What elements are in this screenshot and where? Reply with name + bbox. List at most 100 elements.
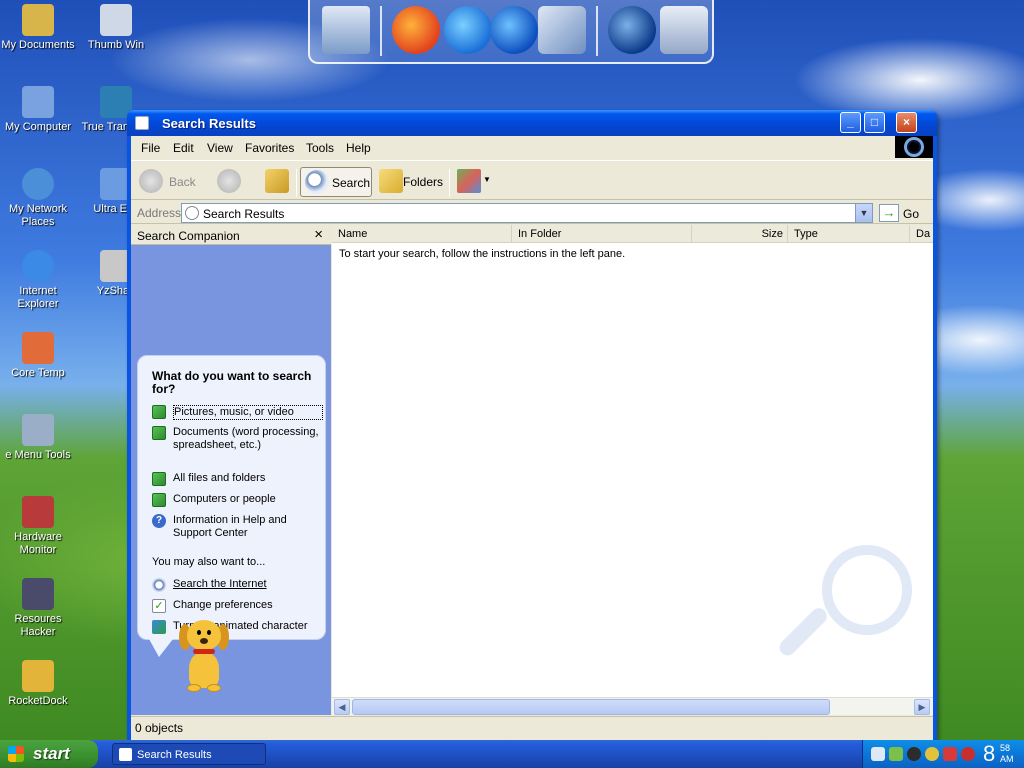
recycle-bin-icon[interactable] (660, 6, 708, 54)
search-companion-close-button[interactable]: × (314, 226, 323, 243)
option-label: Information in Help and Support Center (173, 514, 287, 539)
hardware-icon (22, 496, 54, 528)
option-change-preferences[interactable]: ✓ Change preferences (152, 599, 322, 613)
desktop-icon-my-documents[interactable]: My Documents (0, 4, 76, 52)
clock-hour[interactable]: 8 (983, 741, 995, 767)
up-folder-button[interactable] (265, 167, 291, 197)
smiley-tray-icon[interactable] (925, 747, 939, 761)
column-type[interactable]: Type (788, 225, 910, 243)
option-computers-people[interactable]: Computers or people (152, 493, 322, 507)
forward-button[interactable] (215, 167, 261, 197)
column-name[interactable]: Name (332, 225, 512, 243)
firefox-icon[interactable] (392, 6, 440, 54)
green-arrow-icon (152, 472, 166, 486)
thumbnail-icon (100, 4, 132, 36)
desktop-icon-internet-explorer[interactable]: Internet Explorer (0, 250, 76, 311)
address-value: Search Results (203, 207, 285, 221)
dog-body (189, 652, 219, 688)
grid-tray-icon[interactable] (943, 747, 957, 761)
menu-help[interactable]: Help (346, 141, 371, 155)
clock-minutes[interactable]: 58 (1000, 743, 1010, 753)
dock (308, 0, 714, 64)
option-all-files-folders[interactable]: All files and folders (152, 472, 322, 486)
search-dog-character[interactable] (175, 620, 235, 696)
scroll-right-button[interactable]: ▶ (914, 699, 930, 715)
search-window-icon[interactable] (135, 116, 149, 130)
thermometer-icon (22, 332, 54, 364)
desktop-icon-resources-hacker[interactable]: Resoures Hacker (0, 578, 76, 639)
help-icon: ? (152, 514, 166, 528)
dog-collar (193, 649, 215, 654)
option-search-internet[interactable]: Search the Internet (152, 578, 322, 592)
close-tray-icon[interactable] (961, 747, 975, 761)
start-button[interactable]: start (0, 740, 98, 768)
title-bar[interactable]: Search Results _ □ × (127, 110, 937, 136)
go-button[interactable]: Go (903, 207, 919, 221)
menu-tools[interactable]: Tools (306, 141, 334, 155)
option-pictures-music-video[interactable]: Pictures, music, or video (152, 405, 323, 420)
clock-ampm[interactable]: AM (1000, 754, 1014, 764)
search-button[interactable]: Search (300, 167, 372, 197)
menu-file[interactable]: File (141, 141, 160, 155)
taskbar-button-search-results[interactable]: Search Results (112, 743, 266, 765)
close-button[interactable]: × (896, 112, 917, 133)
back-button[interactable]: Back (137, 167, 207, 197)
menu-edit[interactable]: Edit (173, 141, 194, 155)
status-text: 0 objects (135, 721, 184, 735)
desktop-icon-rocketdock[interactable]: RocketDock (0, 660, 76, 708)
internet-explorer-icon[interactable] (444, 6, 492, 54)
desktop-icon-label: Hardware Monitor (14, 531, 62, 556)
scroll-thumb[interactable] (352, 699, 830, 715)
network-icon[interactable] (538, 6, 586, 54)
desktop-icon-thumb-win[interactable]: Thumb Win (78, 4, 154, 52)
address-dropdown-button[interactable]: ▼ (855, 204, 872, 222)
transparency-tray-icon[interactable] (871, 747, 885, 761)
computer-icon (22, 86, 54, 118)
bubble-tail (149, 639, 173, 657)
views-button[interactable]: ▼ (455, 167, 491, 197)
desktop-icon-label: My Computer (4, 121, 72, 133)
maximize-button[interactable]: □ (864, 112, 885, 133)
tools-tray-icon[interactable] (889, 747, 903, 761)
windows-logo-icon[interactable] (608, 6, 656, 54)
status-bar: 0 objects (131, 716, 933, 738)
column-in-folder[interactable]: In Folder (512, 225, 692, 243)
volume-tray-icon[interactable] (907, 747, 921, 761)
menu-bar: File Edit View Favorites Tools Help (131, 136, 933, 158)
column-headers: Name In Folder Size Type Da (332, 225, 933, 243)
search-question: What do you want to search for? (152, 369, 312, 396)
desktop-icon-label: My Network Places (8, 203, 68, 228)
menu-favorites[interactable]: Favorites (245, 141, 294, 155)
folders-button[interactable]: Folders (377, 167, 443, 197)
dog-foot (207, 684, 221, 692)
desktop-icon-my-network-places[interactable]: My Network Places (0, 168, 76, 229)
horizontal-scrollbar[interactable]: ◀ ▶ (332, 697, 933, 715)
search-icon (305, 170, 329, 194)
option-label: Documents (word processing, spreadsheet,… (173, 426, 319, 451)
media-player-icon[interactable] (490, 6, 538, 54)
column-date[interactable]: Da (910, 225, 933, 243)
toolbar-separator (296, 169, 297, 197)
scroll-left-button[interactable]: ◀ (334, 699, 350, 715)
minimize-button[interactable]: _ (840, 112, 861, 133)
address-bar: Address Search Results ▼ → Go (131, 202, 933, 224)
folders-icon (379, 169, 403, 193)
option-documents[interactable]: Documents (word processing, spreadsheet,… (152, 426, 322, 466)
go-arrow-icon[interactable]: → (879, 204, 899, 222)
desktop-icon-label: Internet Explorer (17, 285, 59, 310)
desktop-icon-hardware-monitor[interactable]: Hardware Monitor (0, 496, 76, 557)
green-arrow-icon (152, 405, 166, 419)
desktop-icon-my-computer[interactable]: My Computer (0, 86, 76, 134)
desktop-icon-label: e Menu Tools (5, 449, 71, 461)
menu-view[interactable]: View (207, 141, 233, 155)
column-size[interactable]: Size (692, 225, 788, 243)
desktop-icon-menu-tools[interactable]: e Menu Tools (0, 414, 76, 462)
monitor-icon[interactable] (322, 6, 370, 54)
address-input[interactable]: Search Results ▼ (181, 203, 873, 223)
throbber-ring-icon (904, 137, 924, 157)
desktop-icon-core-temp[interactable]: Core Temp (0, 332, 76, 380)
taskbar-button-label: Search Results (137, 749, 212, 761)
forward-arrow-icon (217, 169, 241, 193)
dog-eye (197, 630, 201, 635)
option-help-support[interactable]: ? Information in Help and Support Center (152, 514, 322, 542)
